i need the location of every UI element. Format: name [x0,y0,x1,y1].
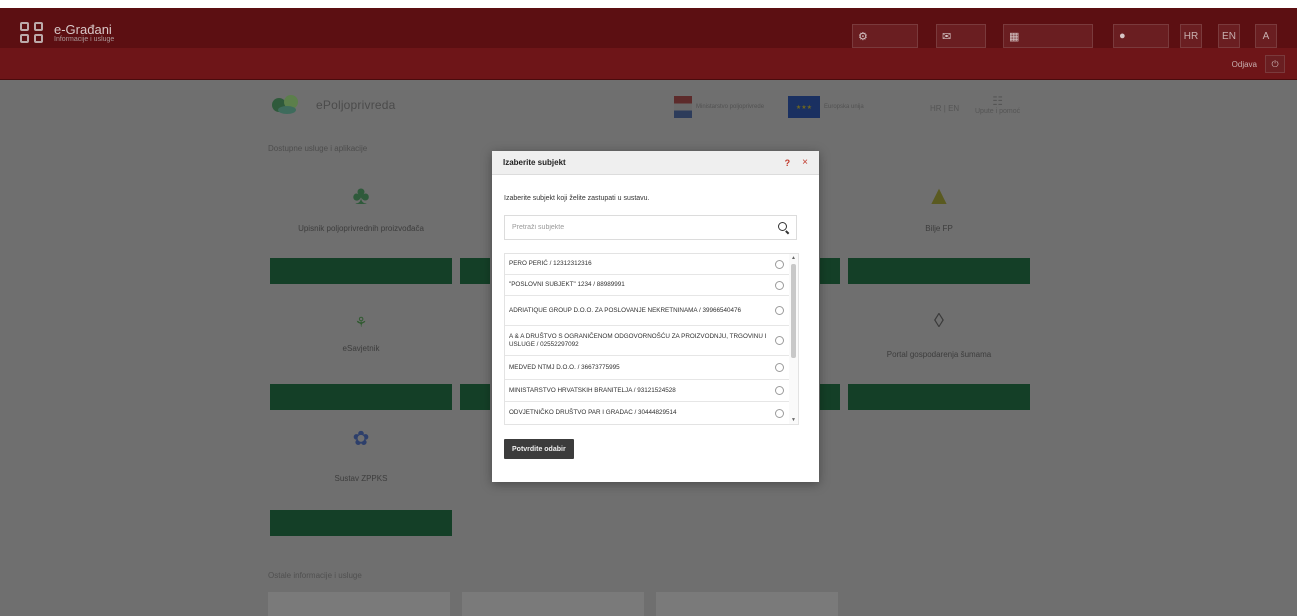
user-icon: ● [1119,30,1126,42]
card-button[interactable] [848,384,1030,410]
scroll-up-icon[interactable]: ▲ [791,255,796,261]
tractor-icon: ▲ [926,180,952,210]
site-name: ePoljoprivreda [316,98,396,112]
site-language-switch[interactable]: HR | EN [930,104,959,113]
search-icon[interactable] [778,221,790,234]
search-input[interactable] [512,224,762,231]
scrollbar[interactable]: ▲ ▼ [789,254,798,424]
help-icon: ☷ [992,94,1003,108]
card-button-partial[interactable] [820,384,840,410]
bottom-card[interactable] [268,592,450,616]
modal-instruction: Izaberite subjekt koji želite zastupati … [504,195,650,202]
radio-button[interactable] [775,259,784,269]
brand-subtitle: Informacije i usluge [54,35,115,43]
list-item[interactable]: MEDVED NTMJ D.O.O. / 36673775995 [505,356,789,380]
card-button-partial[interactable] [460,258,490,284]
list-item[interactable]: ODVJETNIČKO DRUŠTVO PAR I GRADAC / 30444… [505,402,789,424]
card-button[interactable] [848,258,1030,284]
top-button-3[interactable]: ▦ [1003,24,1093,48]
lang-en-button[interactable]: EN [1218,24,1240,48]
logout-link[interactable]: Odjava [1232,60,1257,69]
subject-list: PERO PERIĆ / 12312312316 "POSLOVNI SUBJE… [504,253,799,425]
list-item[interactable]: MINISTARSTVO HRVATSKIH BRANITELJA / 9312… [505,380,789,402]
radio-button[interactable] [775,280,784,290]
site-header: ePoljoprivreda [268,92,396,118]
modal-header: Izaberite subjekt ? × [492,151,819,175]
card-button-partial[interactable] [460,384,490,410]
settings-icon: ⚙ [858,30,868,43]
radio-button[interactable] [775,336,784,345]
list-item[interactable]: A & A DRUŠTVO S OGRANIČENOM ODGOVORNOŠĆU… [505,326,789,356]
brand-logo-link[interactable]: e-Građani Informacije i usluge [20,22,114,44]
close-icon[interactable]: × [802,157,808,168]
scrollbar-thumb[interactable] [791,264,796,358]
list-item[interactable]: "POSLOVNI SUBJEKT" 1234 / 88989991 [505,275,789,296]
section-note: Dostupne usluge i aplikacije [268,144,368,153]
eu-logo: ★★★ Europska unija [788,92,906,122]
bottom-section-title: Ostale informacije i usluge [268,571,362,580]
lang-hr-button[interactable]: HR [1180,24,1202,48]
scroll-down-icon[interactable]: ▼ [791,417,796,423]
card-title: Portal gospodarenja šumama [886,350,992,359]
card-title: eSavjetnik [342,344,380,353]
sustav-logo: ✿ [352,428,370,450]
card-button-partial[interactable] [820,258,840,284]
help-icon[interactable]: ? [785,158,791,168]
help-link[interactable]: ☷ Upute i pomoć [975,94,1020,115]
esavjetnik-logo: ⚘ [354,314,368,330]
card-button[interactable] [270,510,452,536]
search-box [504,215,797,240]
card-title: Upisnik poljoprivrednih proizvođača [298,224,424,233]
font-size-button[interactable]: A [1255,24,1277,48]
leaf-icon: ◊ [934,310,944,332]
ministry-logo: Ministarstvo poljoprivrede [674,92,778,122]
radio-button[interactable] [775,363,784,372]
radio-button[interactable] [775,386,784,395]
plant-icon: ♣ [352,180,370,210]
card-button[interactable] [270,258,452,284]
bottom-card[interactable] [656,592,838,616]
modal-title: Izaberite subjekt [503,158,566,167]
list-item[interactable]: PERO PERIĆ / 12312312316 [505,254,789,275]
card-button[interactable] [270,384,452,410]
card-title: Sustav ZPPKS [334,474,388,483]
calendar-icon: ▦ [1009,30,1020,43]
top-navigation-bar: e-Građani Informacije i usluge ⚙ ✉ ▦ ● H… [0,8,1297,48]
top-button-2[interactable]: ✉ [936,24,986,48]
bottom-card[interactable] [462,592,644,616]
confirm-button[interactable]: Potvrdite odabir [504,439,574,459]
top-button-1[interactable]: ⚙ [852,24,918,48]
radio-button[interactable] [775,306,784,315]
logout-icon[interactable]: ⏻ [1265,55,1285,73]
top-button-4[interactable]: ● [1113,24,1169,48]
top-gap [0,0,1297,8]
mail-icon: ✉ [942,30,952,43]
brand-title: e-Građani [54,21,112,37]
card-title: Bilje FP [925,224,953,233]
site-logo-icon [268,92,304,118]
eu-logos: Ministarstvo poljoprivrede ★★★ Europska u… [674,92,906,122]
radio-button[interactable] [775,408,784,418]
select-subject-modal: Izaberite subjekt ? × Izaberite subjekt … [492,151,819,482]
sub-navigation-bar [0,48,1297,80]
list-item[interactable]: ADRIATIQUE GROUP D.O.O. ZA POSLOVANJE NE… [505,296,789,326]
brand-icon [20,22,46,44]
